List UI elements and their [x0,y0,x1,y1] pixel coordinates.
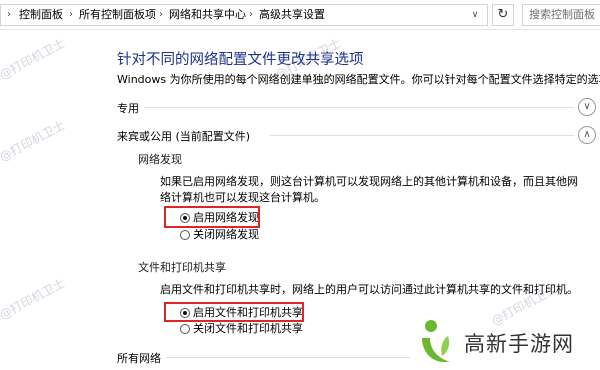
breadcrumb-control-panel[interactable]: 控制面板 [19,5,63,25]
refresh-button[interactable]: ↻ [492,4,514,26]
radio-disable-discovery-label[interactable]: 关闭网络发现 [193,228,259,242]
watermark-text: @打印机卫士 [0,117,68,165]
divider [166,357,410,358]
address-bar-row: › 控制面板 › 所有控制面板项 › 网络和共享中心 › 高级共享设置 ∨ ↻ … [0,0,600,30]
file-printer-sharing-heading: 文件和打印机共享 [138,261,226,274]
network-discovery-description: 如果已启用网络发现，则这台计算机可以发现网络上的其他计算机和设备，而且其他网络计… [160,175,578,204]
radio-disable-sharing-label[interactable]: 关闭文件和打印机共享 [193,322,303,336]
breadcrumb-all-items[interactable]: 所有控制面板项 [79,5,156,25]
divider [270,135,574,136]
breadcrumb-advanced-sharing[interactable]: 高级共享设置 [259,5,325,25]
highlight-box [164,206,260,228]
chevron-up-icon[interactable]: ∧ [578,126,596,144]
page-title: 针对不同的网络配置文件更改共享选项 [117,52,364,68]
chevron-right-icon: › [7,9,11,20]
highlight-box [164,302,304,322]
radio-unselected-icon[interactable] [180,324,190,334]
site-logo-text: 高新手游网 [464,332,574,356]
divider [144,107,574,108]
site-logo-icon [422,320,450,362]
search-input[interactable]: 搜索控制面板 [522,4,600,26]
chevron-right-icon: › [159,9,163,20]
profile-private-label[interactable]: 专用 [117,100,139,116]
chevron-down-icon[interactable]: ∨ [578,98,596,116]
refresh-icon: ↻ [497,7,509,22]
page-description: Windows 为你所使用的每个网络创建单独的网络配置文件。你可以针对每个配置文… [117,73,600,86]
watermark-text: @打印机卫士 [0,275,68,323]
file-printer-sharing-description: 启用文件和打印机共享时，网络上的用户可以访问通过此计算机共享的文件和打印机。 [160,283,578,296]
profile-guest-public-label[interactable]: 来宾或公用 (当前配置文件) [117,128,250,144]
address-bar[interactable]: › 控制面板 › 所有控制面板项 › 网络和共享中心 › 高级共享设置 ∨ [0,4,488,26]
chevron-right-icon: › [249,9,253,20]
profile-all-networks-label[interactable]: 所有网络 [117,350,161,366]
chevron-down-icon[interactable]: ∨ [465,5,485,25]
breadcrumb-network-center[interactable]: 网络和共享中心 [169,5,246,25]
chevron-right-icon: › [69,9,73,20]
radio-unselected-icon[interactable] [180,230,190,240]
network-discovery-heading: 网络发现 [138,153,182,166]
watermark-text: @打印机卫士 [0,35,68,83]
